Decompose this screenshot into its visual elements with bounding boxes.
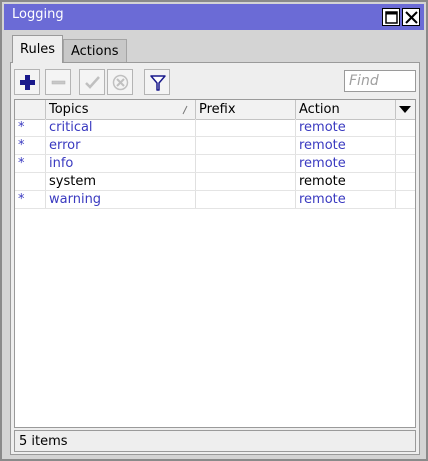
sort-icon bbox=[182, 105, 188, 115]
add-button[interactable] bbox=[14, 69, 40, 95]
column-chooser-button[interactable] bbox=[396, 100, 415, 119]
column-prefix[interactable]: Prefix bbox=[196, 100, 296, 119]
row-action: remote bbox=[296, 173, 396, 190]
enable-button[interactable] bbox=[79, 69, 105, 95]
filter-icon bbox=[150, 75, 166, 91]
x-icon bbox=[112, 74, 129, 91]
rules-panel: Topics Prefix Action * critical remote bbox=[10, 62, 420, 455]
row-action: remote bbox=[296, 191, 396, 208]
tab-rules[interactable]: Rules bbox=[12, 35, 64, 63]
row-prefix bbox=[196, 173, 296, 190]
row-topics: warning bbox=[46, 191, 196, 208]
window-title: Logging bbox=[12, 7, 64, 22]
row-flag: * bbox=[15, 137, 46, 154]
check-icon bbox=[85, 76, 100, 89]
column-action[interactable]: Action bbox=[296, 100, 396, 119]
maximize-button[interactable] bbox=[382, 8, 400, 26]
column-flag[interactable] bbox=[15, 100, 46, 119]
minus-icon bbox=[51, 80, 66, 85]
row-action: remote bbox=[296, 137, 396, 154]
table-row[interactable]: system remote bbox=[15, 173, 415, 191]
filter-button[interactable] bbox=[144, 69, 170, 95]
table-row[interactable]: * critical remote bbox=[15, 119, 415, 137]
row-flag bbox=[15, 173, 46, 190]
find-input[interactable] bbox=[344, 70, 416, 92]
row-prefix bbox=[196, 191, 296, 208]
chevron-down-icon bbox=[399, 106, 411, 113]
item-count: 5 items bbox=[19, 434, 68, 449]
column-topics[interactable]: Topics bbox=[46, 100, 196, 119]
row-prefix bbox=[196, 119, 296, 136]
remove-button[interactable] bbox=[45, 69, 71, 95]
column-topics-label: Topics bbox=[49, 102, 89, 117]
row-flag: * bbox=[15, 191, 46, 208]
maximize-icon bbox=[385, 11, 398, 24]
table-header: Topics Prefix Action bbox=[15, 100, 415, 120]
table-row[interactable]: * info remote bbox=[15, 155, 415, 173]
rules-table: Topics Prefix Action * critical remote *… bbox=[14, 99, 416, 428]
table-row[interactable]: * error remote bbox=[15, 137, 415, 155]
status-bar: 5 items bbox=[14, 430, 416, 452]
row-flag: * bbox=[15, 119, 46, 136]
title-bar[interactable]: Logging bbox=[4, 4, 424, 30]
row-prefix bbox=[196, 155, 296, 172]
row-topics: error bbox=[46, 137, 196, 154]
close-icon bbox=[405, 11, 418, 24]
row-topics: info bbox=[46, 155, 196, 172]
table-row[interactable]: * warning remote bbox=[15, 191, 415, 209]
plus-icon bbox=[20, 75, 35, 90]
close-button[interactable] bbox=[402, 8, 420, 26]
row-action: remote bbox=[296, 155, 396, 172]
row-topics: critical bbox=[46, 119, 196, 136]
row-flag: * bbox=[15, 155, 46, 172]
disable-button[interactable] bbox=[107, 69, 133, 95]
row-action: remote bbox=[296, 119, 396, 136]
row-topics: system bbox=[46, 173, 196, 190]
row-prefix bbox=[196, 137, 296, 154]
tab-actions[interactable]: Actions bbox=[63, 39, 127, 63]
logging-window: Logging Rules Actions Find Topics Prefix… bbox=[0, 0, 428, 461]
